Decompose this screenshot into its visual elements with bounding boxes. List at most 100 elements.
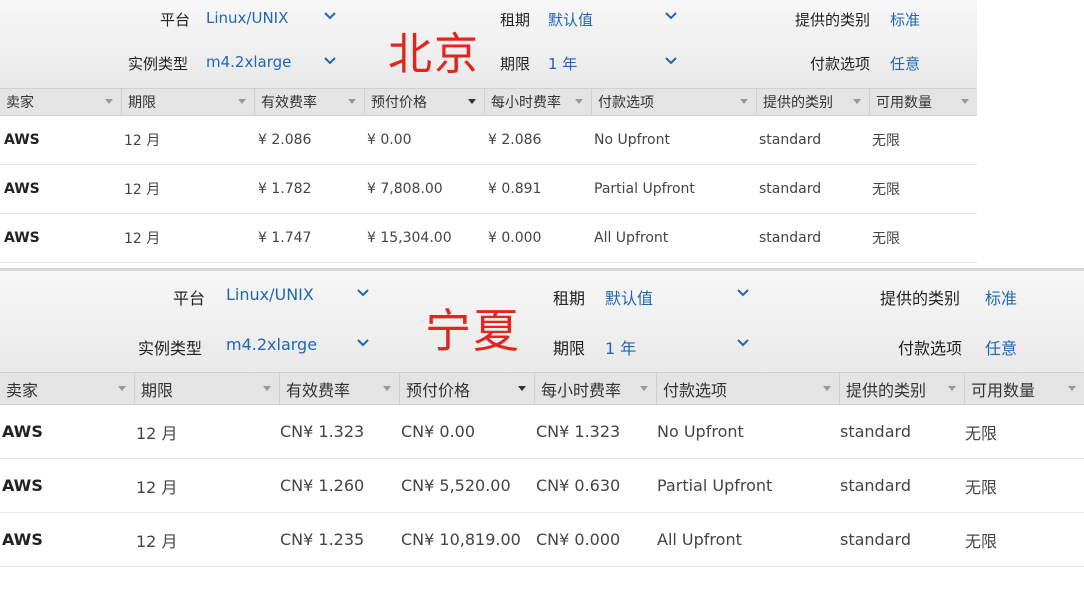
column-header-seller[interactable]: 卖家	[0, 89, 122, 115]
cell-payment-option: Partial Upfront	[594, 181, 695, 197]
sort-caret-icon[interactable]	[238, 99, 246, 104]
chevron-down-icon[interactable]	[665, 57, 679, 67]
term-label: 期限	[500, 55, 531, 73]
cell-upfront-price: CN¥ 0.00	[401, 422, 476, 441]
column-header-upfront-price[interactable]: 预付价格	[365, 89, 485, 115]
tenancy-select[interactable]: 默认值	[548, 9, 593, 30]
cell-hourly-rate: CN¥ 0.000	[536, 530, 621, 549]
table-header: 卖家 期限 有效费率 预付价格 每小时费率 付款选项 提供的类别 可用数量	[0, 88, 977, 116]
sort-caret-icon[interactable]	[468, 99, 476, 104]
chevron-down-icon[interactable]	[324, 57, 338, 67]
column-header-offering-class[interactable]: 提供的类别	[840, 373, 965, 404]
sort-caret-icon[interactable]	[853, 99, 861, 104]
cell-hourly-rate: ¥ 0.891	[488, 181, 542, 197]
platform-label: 平台	[173, 289, 206, 308]
pricing-panel-ningxia: 平台 Linux/UNIX 租期 默认值 提供的类别 标准 实例类型 m4.2x…	[0, 268, 1084, 592]
sort-caret-icon[interactable]	[1068, 385, 1076, 391]
sort-caret-icon[interactable]	[640, 385, 648, 391]
tenancy-select[interactable]: 默认值	[605, 285, 653, 309]
platform-select[interactable]: Linux/UNIX	[226, 285, 314, 304]
sort-caret-icon[interactable]	[105, 99, 113, 104]
cell-quantity: 无限	[965, 477, 998, 497]
term-label: 期限	[553, 339, 586, 358]
column-header-payment-option[interactable]: 付款选项	[657, 373, 840, 404]
column-header-term[interactable]: 期限	[135, 373, 280, 404]
chevron-down-icon[interactable]	[357, 339, 371, 349]
table-row[interactable]: AWS 12 月 CN¥ 1.260 CN¥ 5,520.00 CN¥ 0.63…	[0, 459, 1084, 513]
offering-class-label: 提供的类别	[795, 11, 871, 29]
table-row[interactable]: AWS 12 月 ¥ 1.782 ¥ 7,808.00 ¥ 0.891 Part…	[0, 165, 977, 214]
cell-quantity: 无限	[965, 531, 998, 551]
cell-term: 12 月	[124, 182, 161, 198]
table-row[interactable]: AWS 12 月 CN¥ 1.323 CN¥ 0.00 CN¥ 1.323 No…	[0, 405, 1084, 459]
column-header-seller[interactable]: 卖家	[0, 373, 135, 404]
cell-hourly-rate: ¥ 0.000	[488, 230, 542, 246]
chevron-down-icon[interactable]	[737, 289, 751, 299]
offering-class-select[interactable]: 标准	[985, 285, 1017, 309]
column-header-effective-rate[interactable]: 有效费率	[280, 373, 400, 404]
cell-effective-rate: CN¥ 1.260	[280, 476, 365, 495]
table-row[interactable]: AWS 12 月 ¥ 1.747 ¥ 15,304.00 ¥ 0.000 All…	[0, 214, 977, 263]
chevron-down-icon[interactable]	[324, 12, 338, 22]
cell-quantity: 无限	[872, 231, 900, 247]
column-header-label: 每小时费率	[541, 380, 622, 400]
sort-caret-icon[interactable]	[518, 385, 526, 391]
sort-caret-icon[interactable]	[823, 385, 831, 391]
column-header-label: 预付价格	[371, 95, 427, 111]
payment-option-select[interactable]: 任意	[890, 53, 920, 74]
cell-hourly-rate: ¥ 2.086	[488, 132, 542, 148]
chevron-down-icon[interactable]	[737, 339, 751, 349]
column-header-effective-rate[interactable]: 有效费率	[255, 89, 365, 115]
column-header-hourly-rate[interactable]: 每小时费率	[535, 373, 657, 404]
term-select[interactable]: 1 年	[605, 335, 636, 359]
sort-caret-icon[interactable]	[263, 385, 271, 391]
cell-offering-class: standard	[759, 132, 822, 148]
column-header-offering-class[interactable]: 提供的类别	[757, 89, 870, 115]
column-header-upfront-price[interactable]: 预付价格	[400, 373, 535, 404]
payment-option-select[interactable]: 任意	[985, 335, 1017, 359]
cell-effective-rate: ¥ 2.086	[258, 132, 312, 148]
column-header-label: 期限	[128, 95, 156, 111]
cell-offering-class: standard	[840, 530, 911, 549]
cell-seller: AWS	[4, 181, 40, 197]
column-header-label: 每小时费率	[491, 95, 561, 111]
payment-option-label: 付款选项	[898, 339, 963, 358]
cell-seller: AWS	[4, 230, 40, 246]
instance-type-select[interactable]: m4.2xlarge	[206, 53, 291, 71]
column-header-label: 提供的类别	[846, 380, 927, 400]
platform-select[interactable]: Linux/UNIX	[206, 9, 288, 27]
column-header-hourly-rate[interactable]: 每小时费率	[485, 89, 592, 115]
sort-caret-icon[interactable]	[575, 99, 583, 104]
chevron-down-icon[interactable]	[665, 12, 679, 22]
sort-caret-icon[interactable]	[740, 99, 748, 104]
filter-bar: 平台 Linux/UNIX 租期 默认值 提供的类别 标准 实例类型 m4.2x…	[0, 268, 1084, 372]
table-header: 卖家 期限 有效费率 预付价格 每小时费率 付款选项 提供的类别 可用数量	[0, 372, 1084, 405]
term-select[interactable]: 1 年	[548, 53, 577, 74]
cell-effective-rate: CN¥ 1.235	[280, 530, 365, 549]
column-header-quantity[interactable]: 可用数量	[965, 373, 1084, 404]
column-header-payment-option[interactable]: 付款选项	[592, 89, 757, 115]
table-row[interactable]: AWS 12 月 ¥ 2.086 ¥ 0.00 ¥ 2.086 No Upfro…	[0, 116, 977, 165]
payment-option-label: 付款选项	[810, 55, 871, 73]
sort-caret-icon[interactable]	[348, 99, 356, 104]
cell-offering-class: standard	[759, 181, 822, 197]
table-row[interactable]: AWS 12 月 CN¥ 1.235 CN¥ 10,819.00 CN¥ 0.0…	[0, 513, 1084, 567]
column-header-quantity[interactable]: 可用数量	[870, 89, 977, 115]
region-annotation: 北京	[388, 29, 480, 80]
column-header-term[interactable]: 期限	[122, 89, 255, 115]
column-header-label: 预付价格	[406, 380, 471, 400]
column-header-label: 有效费率	[261, 95, 317, 111]
instance-type-select[interactable]: m4.2xlarge	[226, 335, 317, 354]
chevron-down-icon[interactable]	[357, 289, 371, 299]
cell-upfront-price: ¥ 0.00	[367, 132, 412, 148]
cell-seller: AWS	[2, 530, 43, 549]
sort-caret-icon[interactable]	[948, 385, 956, 391]
cell-upfront-price: CN¥ 5,520.00	[401, 476, 511, 495]
sort-caret-icon[interactable]	[118, 385, 126, 391]
sort-caret-icon[interactable]	[961, 99, 969, 104]
cell-offering-class: standard	[759, 230, 822, 246]
sort-caret-icon[interactable]	[383, 385, 391, 391]
offering-class-select[interactable]: 标准	[890, 9, 920, 30]
cell-offering-class: standard	[840, 422, 911, 441]
cell-term: 12 月	[124, 231, 161, 247]
